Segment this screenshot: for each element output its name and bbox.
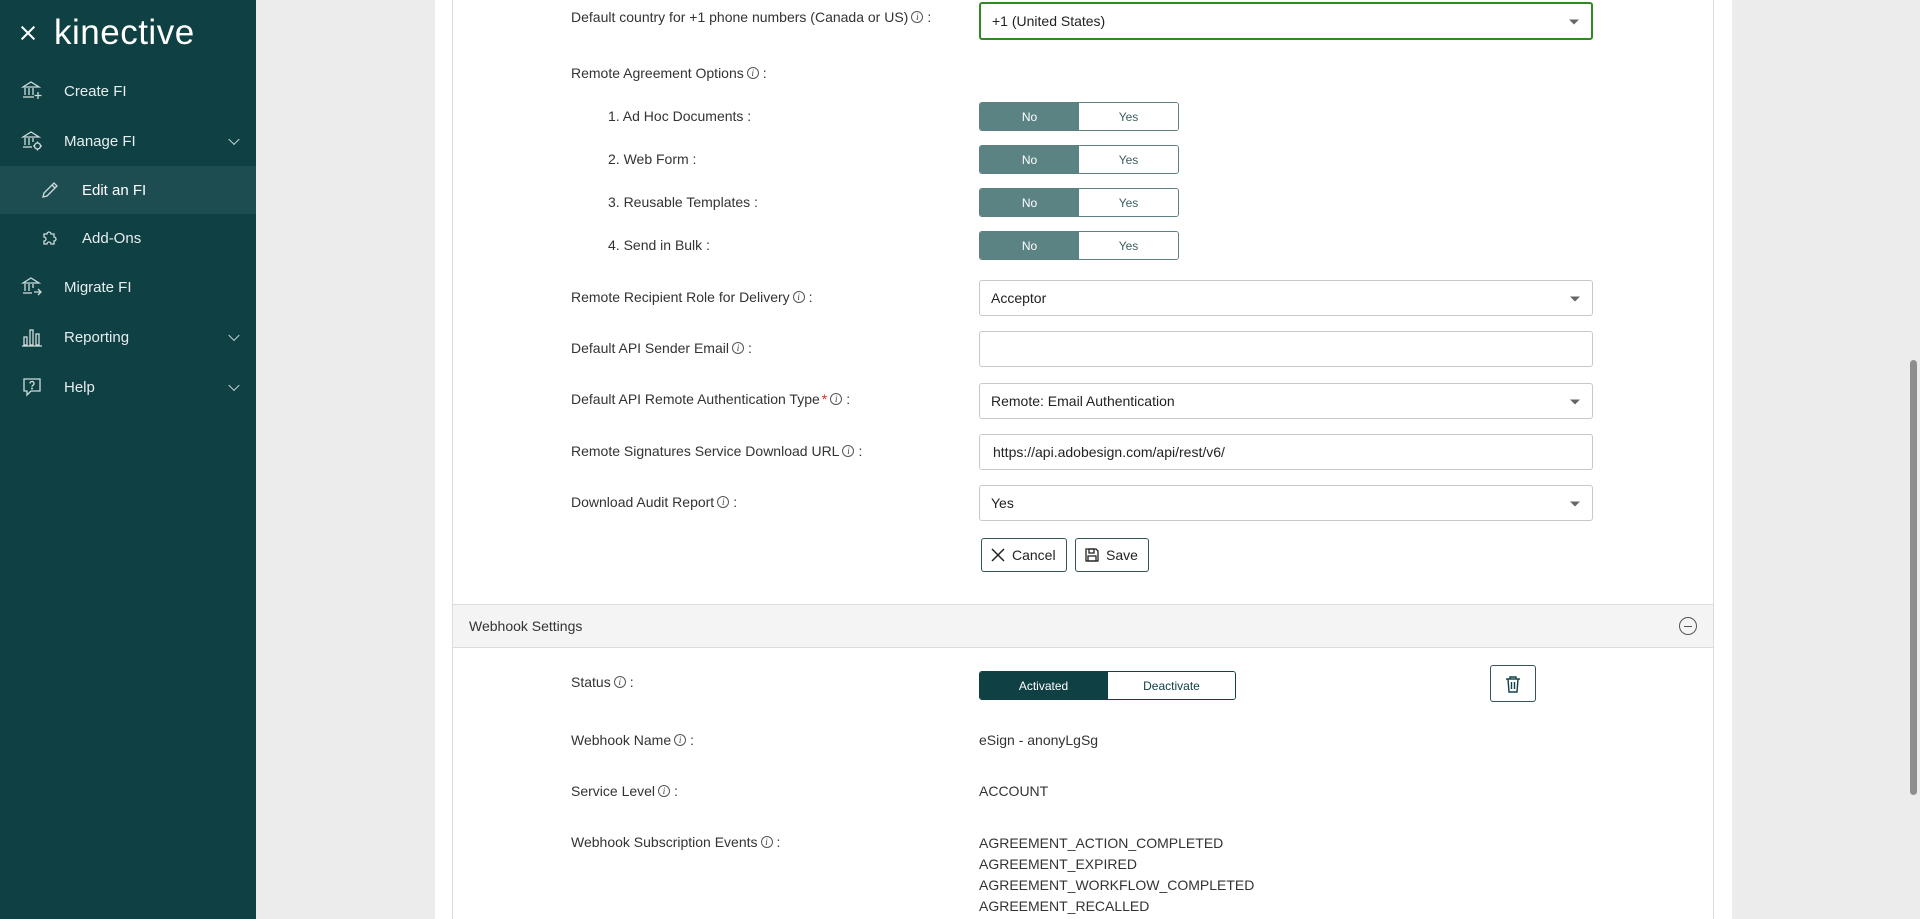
web-form-yes-option[interactable]: Yes	[1079, 146, 1178, 173]
ad-hoc-yes-option[interactable]: Yes	[1079, 103, 1178, 130]
audit-report-select[interactable]: Yes	[979, 485, 1593, 521]
dropdown-caret-icon	[1570, 399, 1580, 405]
sidebar-item-label: Manage FI	[64, 132, 136, 150]
subscription-events-list: AGREEMENT_ACTION_COMPLETED AGREEMENT_EXP…	[979, 833, 1254, 917]
default-country-label: Default country for +1 phone numbers (Ca…	[571, 9, 932, 25]
collapse-minus-icon[interactable]	[1679, 617, 1697, 635]
puzzle-icon	[38, 226, 62, 250]
api-sender-email-label: Default API Sender Email i :	[571, 340, 752, 356]
send-in-bulk-no-option[interactable]: No	[980, 232, 1079, 259]
sidebar-item-label: Edit an FI	[82, 181, 147, 199]
api-auth-type-label: Default API Remote Authentication Type *…	[571, 391, 851, 407]
sidebar-item-label: Add-Ons	[82, 229, 142, 247]
bank-plus-icon	[20, 79, 44, 103]
sidebar-item-add-ons[interactable]: Add-Ons	[0, 214, 256, 262]
kinective-logo: kinective	[54, 13, 195, 52]
sidebar-item-label: Help	[64, 378, 95, 396]
remote-agreement-options-label: Remote Agreement Options i :	[571, 65, 767, 81]
info-icon[interactable]: i	[830, 393, 843, 405]
chevron-down-icon	[228, 329, 240, 342]
info-icon[interactable]: i	[658, 785, 671, 797]
default-country-select[interactable]: +1 (United States)	[979, 2, 1593, 40]
sidebar-item-help[interactable]: Help	[0, 362, 256, 412]
event-item: AGREEMENT_RECALLED	[979, 898, 1150, 914]
service-level-value: ACCOUNT	[979, 783, 1049, 799]
option-web-form-label: 2. Web Form :	[608, 151, 697, 167]
api-sender-email-input[interactable]	[979, 331, 1593, 367]
trash-icon	[1506, 675, 1520, 693]
reusable-templates-toggle: No Yes	[979, 188, 1179, 217]
info-icon[interactable]: i	[746, 67, 759, 79]
web-form-toggle: No Yes	[979, 145, 1179, 174]
webhook-status-toggle: Activated Deactivate	[979, 671, 1236, 700]
webhook-name-value: eSign - anonyLgSg	[979, 732, 1099, 748]
floppy-disk-icon	[1085, 548, 1099, 562]
sidebar: kinective Create FI Manage FI Edit an FI…	[0, 0, 256, 919]
info-icon[interactable]: i	[842, 445, 855, 457]
event-item: AGREEMENT_WORKFLOW_COMPLETED	[979, 877, 1255, 893]
ad-hoc-no-option[interactable]: No	[980, 103, 1079, 130]
vertical-scrollbar[interactable]	[1906, 0, 1920, 919]
scrollbar-thumb[interactable]	[1910, 360, 1917, 795]
sidebar-item-reporting[interactable]: Reporting	[0, 312, 256, 362]
ad-hoc-documents-toggle: No Yes	[979, 102, 1179, 131]
info-icon[interactable]: i	[717, 496, 730, 508]
dropdown-caret-icon	[1570, 501, 1580, 507]
cancel-button[interactable]: Cancel	[981, 538, 1067, 572]
sidebar-item-create-fi[interactable]: Create FI	[0, 66, 256, 116]
download-url-input[interactable]	[979, 434, 1593, 470]
sidebar-item-label: Reporting	[64, 328, 130, 346]
dropdown-caret-icon	[1569, 19, 1579, 25]
activated-option[interactable]: Activated	[980, 672, 1107, 699]
bar-chart-icon	[20, 325, 44, 349]
webhook-status-label: Status i :	[571, 674, 634, 690]
close-icon	[991, 548, 1005, 562]
deactivate-option[interactable]: Deactivate	[1107, 672, 1235, 699]
help-bubble-icon	[20, 375, 44, 399]
service-level-label: Service Level i :	[571, 783, 678, 799]
bank-arrow-icon	[20, 275, 44, 299]
save-button[interactable]: Save	[1075, 538, 1149, 572]
webhook-settings-header[interactable]: Webhook Settings	[453, 604, 1713, 648]
chevron-down-icon	[228, 379, 240, 392]
sidebar-item-label: Create FI	[64, 82, 127, 100]
info-icon[interactable]: i	[613, 676, 626, 688]
send-in-bulk-yes-option[interactable]: Yes	[1079, 232, 1178, 259]
pencil-icon	[38, 178, 62, 202]
subscription-events-label: Webhook Subscription Events i :	[571, 834, 781, 850]
audit-report-label: Download Audit Report i :	[571, 494, 738, 510]
info-icon[interactable]: i	[911, 11, 924, 23]
send-in-bulk-toggle: No Yes	[979, 231, 1179, 260]
option-send-in-bulk-label: 4. Send in Bulk :	[608, 237, 710, 253]
close-icon[interactable]	[20, 25, 36, 41]
required-marker: *	[821, 391, 828, 407]
sidebar-header: kinective	[0, 0, 256, 66]
recipient-role-select[interactable]: Acceptor	[979, 280, 1593, 316]
dropdown-caret-icon	[1570, 296, 1580, 302]
event-item: AGREEMENT_EXPIRED	[979, 856, 1137, 872]
webhook-name-label: Webhook Name i :	[571, 732, 695, 748]
sidebar-item-label: Migrate FI	[64, 278, 132, 296]
download-url-label: Remote Signatures Service Download URL i…	[571, 443, 863, 459]
sidebar-item-manage-fi[interactable]: Manage FI	[0, 116, 256, 166]
web-form-no-option[interactable]: No	[980, 146, 1079, 173]
delete-webhook-button[interactable]	[1490, 665, 1536, 702]
chevron-down-icon	[228, 133, 240, 146]
recipient-role-label: Remote Recipient Role for Delivery i :	[571, 289, 813, 305]
info-icon[interactable]: i	[792, 291, 805, 303]
option-reusable-templates-label: 3. Reusable Templates :	[608, 194, 758, 210]
api-auth-type-select[interactable]: Remote: Email Authentication	[979, 383, 1593, 419]
info-icon[interactable]: i	[674, 734, 687, 746]
sidebar-item-edit-fi[interactable]: Edit an FI	[0, 166, 256, 214]
option-ad-hoc-label: 1. Ad Hoc Documents :	[608, 108, 752, 124]
reusable-templates-yes-option[interactable]: Yes	[1079, 189, 1178, 216]
bank-gear-icon	[20, 129, 44, 153]
info-icon[interactable]: i	[731, 342, 744, 354]
info-icon[interactable]: i	[760, 836, 773, 848]
event-item: AGREEMENT_ACTION_COMPLETED	[979, 835, 1224, 851]
reusable-templates-no-option[interactable]: No	[980, 189, 1079, 216]
sidebar-item-migrate-fi[interactable]: Migrate FI	[0, 262, 256, 312]
